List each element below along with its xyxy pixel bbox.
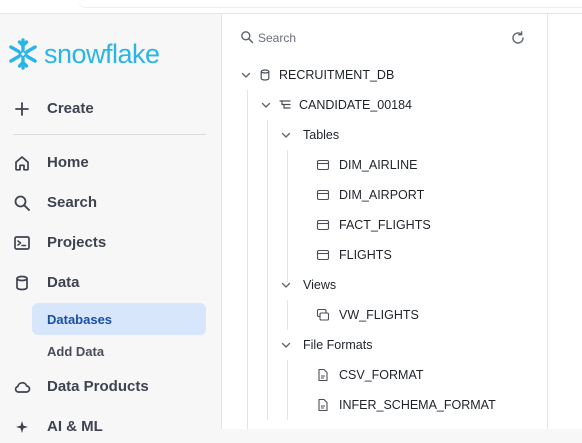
chevron-down-icon [281,282,291,288]
tree-node-label: CSV_FORMAT [339,368,424,382]
view-icon [316,308,330,321]
chevron-down-icon [281,132,291,138]
sidebar-item-data[interactable]: Data [0,267,222,299]
workspace-area [548,14,582,429]
plus-icon [15,102,29,116]
sparkle-icon [16,421,28,433]
cloud-icon [14,381,31,393]
tree-node-database[interactable]: RECRUITMENT_DB [240,60,394,90]
database-icon [260,69,270,81]
chevron-down-icon [261,102,271,108]
refresh-icon[interactable] [510,30,526,46]
object-search-input[interactable] [258,28,498,48]
top-bar [0,0,582,14]
home-icon [15,156,29,171]
sidebar-subitem-label: Databases [47,312,113,327]
sidebar-subitem-databases[interactable]: Databases [32,303,206,335]
tree-guide-line [247,90,248,429]
database-icon [16,275,28,291]
tree-guide-line [267,120,268,420]
tree-group-file-formats[interactable]: File Formats [280,330,372,360]
tree-group-label: File Formats [303,338,373,352]
table-icon [316,189,330,201]
sidebar-item-label: Search [47,194,98,211]
tree-node-schema[interactable]: CANDIDATE_00184 [260,90,412,120]
file-format-icon [318,368,328,382]
create-button[interactable]: Create [0,93,222,125]
tree-node-label: FLIGHTS [339,248,392,262]
sidebar-item-ai-ml[interactable]: AI & ML [0,411,222,443]
tree-node-table[interactable]: DIM_AIRPORT [316,180,424,210]
terminal-icon [14,236,30,250]
sidebar: snowflake Create Home Search Projects Da… [0,14,222,435]
sidebar-item-search[interactable]: Search [0,187,222,219]
search-icon [14,195,30,211]
file-format-icon [318,398,328,412]
tree-guide-line [287,300,288,330]
tree-node-file-format[interactable]: CSV_FORMAT [316,360,424,390]
table-icon [316,159,330,171]
tree-node-label: FACT_FLIGHTS [339,218,431,232]
chevron-down-icon [241,72,251,78]
tree-node-label: DIM_AIRPORT [339,188,425,202]
top-search-strip [78,0,582,8]
sidebar-item-home[interactable]: Home [0,147,222,179]
sidebar-item-label: Data Products [47,378,149,395]
tree-node-table[interactable]: FACT_FLIGHTS [316,210,431,240]
tree-node-label: VW_FLIGHTS [339,308,419,322]
sidebar-subitem-add-data[interactable]: Add Data [32,335,206,367]
schema-icon [279,100,291,109]
tree-group-label: Views [303,278,337,292]
tree-group-views[interactable]: Views [280,270,336,300]
tree-node-label: CANDIDATE_00184 [299,98,413,112]
tree-node-table[interactable]: DIM_AIRLINE [316,150,418,180]
chevron-down-icon [281,342,291,348]
tree-group-tables[interactable]: Tables [280,120,339,150]
object-explorer: RECRUITMENT_DB CANDIDATE_00184 Tables DI… [222,14,548,429]
snowflake-logo[interactable]: snowflake [6,36,160,72]
tree-node-view[interactable]: VW_FLIGHTS [316,300,419,330]
sidebar-item-label: Projects [47,234,107,251]
tree-guide-line [287,150,288,282]
table-icon [316,219,330,231]
snowflake-logo-icon [9,38,37,70]
tree-node-table[interactable]: FLIGHTS [316,240,392,270]
sidebar-item-data-products[interactable]: Data Products [0,371,222,403]
tree-node-label: INFER_SCHEMA_FORMAT [339,398,496,412]
sidebar-subitem-label: Add Data [47,344,105,359]
sidebar-item-label: Data [47,274,80,291]
object-search [240,28,528,48]
sidebar-divider [13,134,206,135]
sidebar-item-projects[interactable]: Projects [0,227,222,259]
table-icon [316,249,330,261]
tree-node-file-format[interactable]: INFER_SCHEMA_FORMAT [316,390,496,420]
tree-group-label: Tables [303,128,340,142]
search-icon [241,31,254,44]
brand-wordmark: snowflake [44,38,160,69]
tree-node-label: DIM_AIRLINE [339,158,418,172]
sidebar-item-label: AI & ML [47,418,103,435]
tree-guide-line [287,360,288,420]
create-label: Create [47,100,94,117]
sidebar-item-label: Home [47,154,89,171]
tree-node-label: RECRUITMENT_DB [279,68,395,82]
